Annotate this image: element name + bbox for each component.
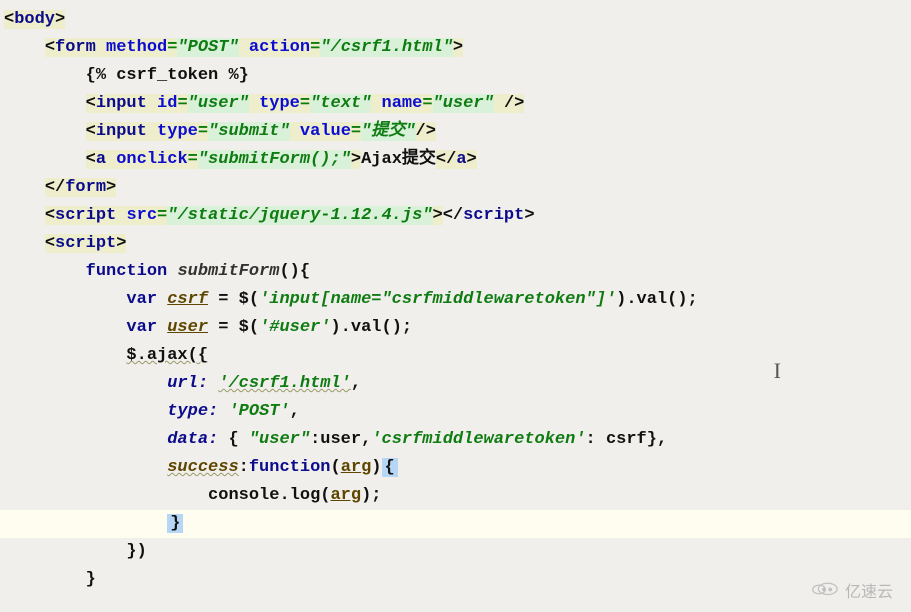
code-line: <input type="submit" value="提交"/> xyxy=(0,118,911,146)
code-line: } xyxy=(0,510,911,538)
code-line: </form> xyxy=(0,174,911,202)
code-line: <form method="POST" action="/csrf1.html"… xyxy=(0,34,911,62)
code-line: success:function(arg){ xyxy=(0,454,911,482)
code-line: <a onclick="submitForm();">Ajax提交</a> xyxy=(0,146,911,174)
watermark: 亿速云 xyxy=(809,577,893,602)
code-line: data: { "user":user,'csrfmiddlewaretoken… xyxy=(0,426,911,454)
code-line: }) xyxy=(0,538,911,566)
code-line: <input id="user" type="text" name="user"… xyxy=(0,90,911,118)
code-line: } xyxy=(0,566,911,594)
code-line: <body> xyxy=(0,6,911,34)
code-line: type: 'POST', xyxy=(0,398,911,426)
code-line: {% csrf_token %} xyxy=(0,62,911,90)
code-line: <script src="/static/jquery-1.12.4.js"><… xyxy=(0,202,911,230)
code-editor: <body> <form method="POST" action="/csrf… xyxy=(0,0,911,594)
code-line: var csrf = $('input[name="csrfmiddleware… xyxy=(0,286,911,314)
text-cursor: I xyxy=(774,358,781,384)
code-line: function submitForm(){ xyxy=(0,258,911,286)
cloud-icon xyxy=(809,577,839,602)
watermark-text: 亿速云 xyxy=(845,578,893,602)
code-line: console.log(arg); xyxy=(0,482,911,510)
code-line: var user = $('#user').val(); xyxy=(0,314,911,342)
code-line: <script> xyxy=(0,230,911,258)
